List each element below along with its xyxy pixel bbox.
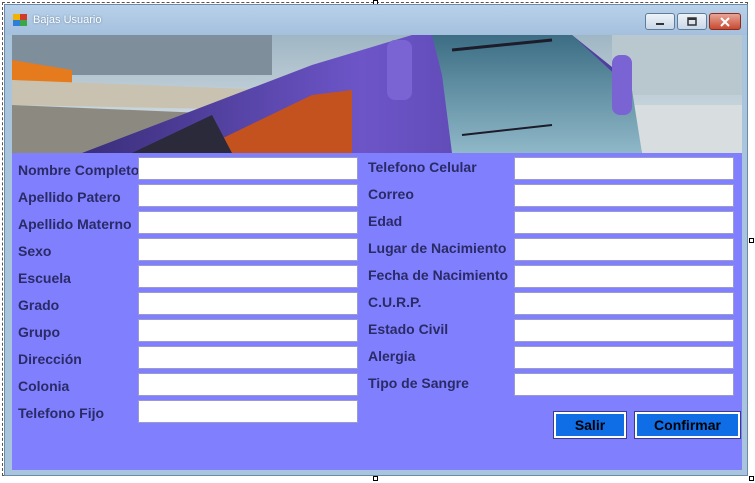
- field-alergia[interactable]: [514, 346, 734, 369]
- label-edad: Edad: [368, 213, 403, 229]
- field-tipo-de-sangre[interactable]: [514, 373, 734, 396]
- label-sexo: Sexo: [18, 243, 52, 259]
- field-telefono-fijo[interactable]: [138, 400, 358, 423]
- label-lugar-de-nacimiento: Lugar de Nacimiento: [368, 240, 507, 256]
- field-c-u-r-p[interactable]: [514, 292, 734, 315]
- label-fecha-de-nacimiento: Fecha de Nacimiento: [368, 267, 509, 283]
- app-window-icon: [13, 14, 27, 26]
- label-correo: Correo: [368, 186, 414, 202]
- resize-handle-right[interactable]: [749, 238, 754, 243]
- label-estado-civil: Estado Civil: [368, 321, 449, 337]
- label-apellido-materno: Apellido Materno: [18, 216, 132, 232]
- exit-button[interactable]: Salir: [553, 411, 627, 439]
- label-colonia: Colonia: [18, 378, 70, 394]
- field-apellido-patero[interactable]: [138, 184, 358, 207]
- field-sexo[interactable]: [138, 238, 358, 261]
- form-window: Bajas Usuario Nombre Completo Apellido P…: [4, 4, 748, 476]
- field-apellido-materno[interactable]: [138, 211, 358, 234]
- bus-banner-image: [12, 35, 742, 153]
- close-button[interactable]: [709, 13, 741, 30]
- field-colonia[interactable]: [138, 373, 358, 396]
- label-nombre-completo: Nombre Completo: [18, 162, 140, 178]
- label-tipo-de-sangre: Tipo de Sangre: [368, 375, 469, 391]
- label-alergia: Alergia: [368, 348, 416, 364]
- field-direccion[interactable]: [138, 346, 358, 369]
- label-c-u-r-p: C.U.R.P.: [368, 294, 422, 310]
- minimize-button[interactable]: [645, 13, 675, 30]
- field-edad[interactable]: [514, 211, 734, 234]
- label-telefono-fijo: Telefono Fijo: [18, 405, 105, 421]
- maximize-icon: [687, 17, 697, 26]
- field-grupo[interactable]: [138, 319, 358, 342]
- field-grado[interactable]: [138, 292, 358, 315]
- label-direccion: Dirección: [18, 351, 82, 367]
- close-icon: [720, 16, 730, 27]
- field-estado-civil[interactable]: [514, 319, 734, 342]
- label-grado: Grado: [18, 297, 60, 313]
- maximize-button[interactable]: [677, 13, 707, 30]
- field-correo[interactable]: [514, 184, 734, 207]
- field-telefono-celular[interactable]: [514, 157, 734, 180]
- field-lugar-de-nacimiento[interactable]: [514, 238, 734, 261]
- resize-handle-bottom[interactable]: [373, 476, 378, 481]
- field-escuela[interactable]: [138, 265, 358, 288]
- confirm-button[interactable]: Confirmar: [634, 411, 741, 439]
- field-nombre-completo[interactable]: [138, 157, 358, 180]
- resize-handle-corner[interactable]: [749, 476, 754, 481]
- minimize-icon: [656, 22, 664, 25]
- label-grupo: Grupo: [18, 324, 60, 340]
- label-apellido-patero: Apellido Patero: [18, 189, 121, 205]
- form-client-area: Nombre Completo Apellido Patero Apellido M…: [12, 35, 742, 470]
- title-bar[interactable]: Bajas Usuario: [5, 5, 747, 35]
- label-telefono-celular: Telefono Celular: [368, 159, 477, 175]
- label-escuela: Escuela: [18, 270, 71, 286]
- window-title: Bajas Usuario: [33, 14, 102, 26]
- field-fecha-de-nacimiento[interactable]: [514, 265, 734, 288]
